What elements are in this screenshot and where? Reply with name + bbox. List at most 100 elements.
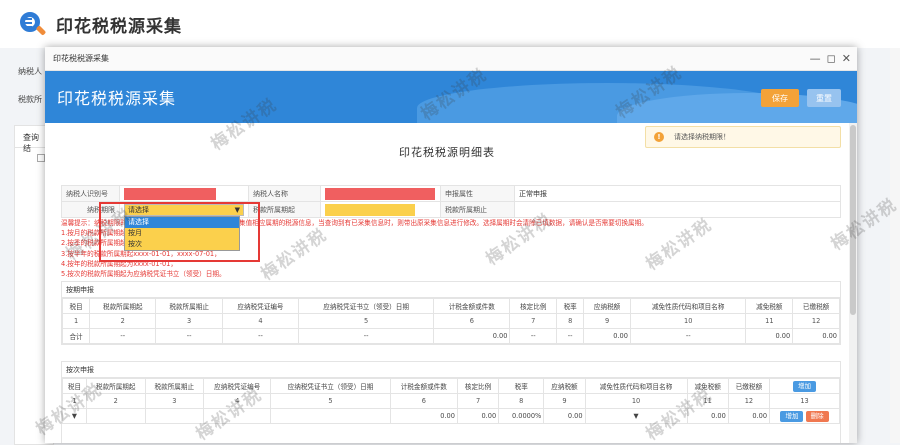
voucher-no-cell[interactable]: [203, 408, 272, 424]
maximize-icon[interactable]: ◻: [827, 52, 836, 65]
monthly-table: 税目 税款所属期起 税款所属期止 应纳税凭证编号 应纳税凭证书立（领受）日期 计…: [61, 298, 840, 344]
col-number: 12: [792, 313, 840, 329]
declare-attr-label: 申报属性: [440, 185, 515, 202]
per-time-section: 按次申报 税目 税款所属期起 税款所属期止 应纳税凭证编号 应纳税凭证书立（领受…: [61, 361, 841, 443]
col-number: 4: [221, 313, 300, 329]
col-header: 税款所属期止: [155, 298, 223, 314]
per-time-table: 税目 税款所属期起 税款所属期止 应纳税凭证编号 应纳税凭证书立（领受）日期 计…: [62, 378, 840, 424]
taxpayer-id-redacted: [124, 187, 216, 200]
table-cell: --: [298, 328, 435, 344]
col-number: 1: [61, 313, 91, 329]
search-logo-icon: [18, 10, 47, 38]
col-number: 2: [89, 313, 157, 329]
declare-attr-value: 正常申报: [514, 185, 841, 202]
amount-cell[interactable]: 0.00: [389, 408, 458, 424]
period-end-cell[interactable]: [144, 408, 205, 424]
col-number: 11: [745, 313, 794, 329]
table-cell: --: [556, 328, 585, 344]
col-header: 核定比例: [456, 378, 500, 394]
col-header: 减免税额: [745, 298, 794, 314]
col-number: 8: [556, 313, 585, 329]
monthly-section-title: 按期申报: [62, 282, 840, 298]
col-number: 5: [270, 393, 391, 409]
table-cell: --: [509, 328, 558, 344]
col-header: 税率: [498, 378, 545, 394]
col-header: 税款所属期止: [144, 378, 205, 394]
col-number: 1: [62, 393, 87, 409]
col-number: 7: [456, 393, 500, 409]
table-cell: 0.00: [745, 328, 794, 344]
table-header-row: 税目 税款所属期起 税款所属期止 应纳税凭证编号 应纳税凭证书立（领受）日期 计…: [61, 298, 840, 314]
warning-line: 5.按次的税款所属期起为应纳税凭证书立（领受）日期。: [61, 270, 226, 279]
table-header-row: 税目 税款所属期起 税款所属期止 应纳税凭证编号 应纳税凭证书立（领受）日期 计…: [62, 378, 840, 394]
exempt-amount-cell[interactable]: 0.00: [686, 408, 729, 424]
col-header: 税率: [556, 298, 585, 314]
chevron-down-icon: ▼: [71, 412, 77, 420]
col-number: 4: [203, 393, 272, 409]
table-total-row: 合计 -- -- -- -- 0.00 -- -- 0.00 -- 0.00 0…: [61, 328, 840, 344]
tax-item-select[interactable]: ▼: [62, 408, 87, 424]
dialog-window-title: 印花税税源采集: [53, 54, 109, 63]
app-header: 印花税税源采集: [0, 0, 900, 48]
bg-label-taxpayer: 纳税人: [18, 67, 42, 76]
voucher-date-cell[interactable]: [270, 408, 391, 424]
col-number: 7: [509, 313, 558, 329]
col-header: 减免性质代码和项目名称: [629, 298, 747, 314]
table-cell: 0.00: [792, 328, 840, 344]
col-number: 10: [629, 313, 747, 329]
col-header: 核定比例: [509, 298, 558, 314]
table-number-row: 1 2 3 4 5 6 7 8 9 10 11 12: [61, 313, 840, 329]
col-number: 11: [686, 393, 729, 409]
per-time-section-title: 按次申报: [62, 362, 840, 378]
form-title: 印花税税源明细表: [399, 146, 495, 159]
banner-title: 印花税税源采集: [57, 89, 177, 108]
col-number: 9: [583, 313, 631, 329]
table-cell: 0.00: [433, 328, 511, 344]
col-header: 减免税额: [686, 378, 729, 394]
col-number: 6: [433, 313, 511, 329]
alert-icon: !: [654, 132, 664, 142]
minimize-icon[interactable]: —: [810, 52, 821, 65]
col-number: 13: [769, 393, 840, 409]
col-header: 税目: [62, 378, 87, 394]
col-number: 12: [727, 393, 771, 409]
table-number-row: 1 2 3 4 5 6 7 8 9 10 11 12 13: [62, 393, 840, 409]
col-header: 应纳税额: [543, 378, 586, 394]
paid-amount-cell[interactable]: 0.00: [727, 408, 771, 424]
col-number: 9: [543, 393, 586, 409]
ratio-cell[interactable]: 0.00: [456, 408, 500, 424]
add-row-button[interactable]: 增加: [780, 410, 804, 422]
col-header: 税款所属期起: [85, 378, 146, 394]
bg-label-period: 税款所: [18, 95, 42, 104]
close-icon[interactable]: ✕: [842, 52, 851, 65]
col-header: 计税金额或件数: [389, 378, 458, 394]
reset-button[interactable]: 重置: [807, 89, 841, 107]
dialog-scrollbar[interactable]: [849, 123, 857, 443]
col-number: 5: [298, 313, 435, 329]
period-start-cell[interactable]: [85, 408, 146, 424]
select-all-checkbox[interactable]: [37, 154, 45, 162]
app-title: 印花税税源采集: [56, 16, 182, 37]
exemption-select[interactable]: ▼: [584, 408, 688, 424]
add-row-button[interactable]: 增加: [793, 380, 817, 392]
col-header: 应纳税凭证编号: [203, 378, 272, 394]
dialog-titlebar: 印花税税源采集 — ◻ ✕: [45, 47, 857, 71]
col-header: 减免性质代码和项目名称: [584, 378, 688, 394]
col-header: 应纳税额: [583, 298, 631, 314]
rate-cell: 0.0000%: [498, 408, 545, 424]
page-scrollbar[interactable]: [890, 48, 900, 443]
dialog-banner: 印花税税源采集 保存 重置: [45, 71, 857, 123]
table-cell: 合计: [61, 328, 91, 344]
table-cell: --: [221, 328, 300, 344]
period-end-input[interactable]: [514, 201, 841, 218]
col-number: 3: [144, 393, 205, 409]
col-header: 税目: [61, 298, 91, 314]
col-number: 2: [85, 393, 146, 409]
col-number: 8: [498, 393, 545, 409]
col-header: 计税金额或件数: [433, 298, 511, 314]
period-start-input[interactable]: [325, 203, 415, 216]
highlight-box: [99, 202, 260, 262]
tax-payable-cell: 0.00: [543, 408, 586, 424]
delete-row-button[interactable]: 删除: [805, 410, 829, 422]
save-button[interactable]: 保存: [761, 89, 799, 107]
